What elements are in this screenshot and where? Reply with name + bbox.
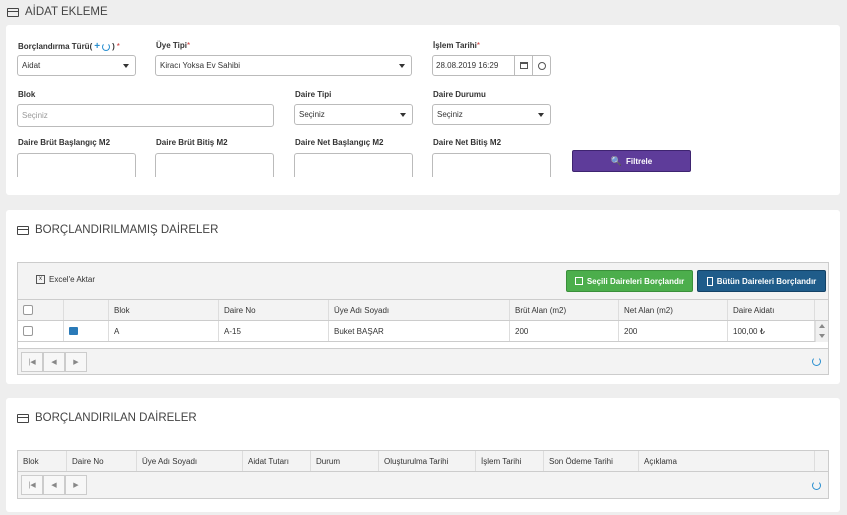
col-aciklama[interactable]: Açıklama xyxy=(639,451,815,471)
cell-daire-no: A-15 xyxy=(219,321,329,341)
first-page-button[interactable]: |◀ xyxy=(21,352,43,372)
credit-card-icon xyxy=(7,7,19,17)
unpaid-section-title: BORÇLANDIRILMAMIŞ DAİRELER xyxy=(17,224,218,236)
paid-panel: BORÇLANDIRILAN DAİRELER Blok Daire No Üy… xyxy=(6,398,840,512)
cell-aidat: 100,00 ₺ xyxy=(728,321,815,341)
filter-button[interactable]: 🔍 Filtrele xyxy=(572,150,691,172)
clock-icon[interactable] xyxy=(532,56,550,75)
select-all-checkbox[interactable] xyxy=(23,305,33,315)
paid-grid: Blok Daire No Üye Adı Soyadı Aidat Tutar… xyxy=(17,450,829,499)
search-icon: 🔍 xyxy=(610,155,622,166)
net-bitis-input[interactable] xyxy=(432,153,551,177)
refresh-icon[interactable] xyxy=(102,42,111,51)
refresh-icon[interactable] xyxy=(812,481,821,490)
col-blok[interactable]: Blok xyxy=(18,451,67,471)
next-page-button[interactable]: ▶ xyxy=(65,475,87,495)
edit-icon[interactable] xyxy=(69,327,78,335)
islem-tarihi-label: İşlem Tarihi* xyxy=(433,41,480,50)
grid-pager: |◀ ◀ ▶ xyxy=(18,348,828,374)
select-all-cell xyxy=(18,300,64,320)
col-daire-no[interactable]: Daire No xyxy=(219,300,329,320)
calendar-icon[interactable] xyxy=(514,56,532,75)
chevron-down-icon xyxy=(538,112,544,117)
refresh-icon[interactable] xyxy=(812,357,821,366)
all-debit-button[interactable]: Bütün Daireleri Borçlandır xyxy=(697,270,826,292)
edit-col-header xyxy=(64,300,109,320)
document-icon xyxy=(706,276,713,286)
unpaid-panel: BORÇLANDIRILMAMIŞ DAİRELER x Excel'e Akt… xyxy=(6,210,840,384)
col-uye[interactable]: Üye Adı Soyadı xyxy=(329,300,510,320)
first-page-button[interactable]: |◀ xyxy=(21,475,43,495)
net-baslangic-input[interactable] xyxy=(294,153,413,177)
blok-label: Blok xyxy=(18,90,36,99)
col-net[interactable]: Net Alan (m2) xyxy=(619,300,728,320)
borc-turu-label: Borçlandırma Türü( + ) * xyxy=(18,41,120,52)
col-uye[interactable]: Üye Adı Soyadı xyxy=(137,451,243,471)
table-row[interactable]: A A-15 Buket BAŞAR 200 200 100,00 ₺ xyxy=(18,321,828,342)
cell-net: 200 xyxy=(619,321,728,341)
scrollbar[interactable] xyxy=(815,321,828,342)
credit-card-icon xyxy=(17,225,29,235)
chevron-down-icon xyxy=(399,63,405,68)
uye-tipi-select[interactable]: Kiracı Yoksa Ev Sahibi xyxy=(155,55,412,76)
brut-bitis-label: Daire Brüt Bitiş M2 xyxy=(156,138,228,147)
daire-tipi-select[interactable]: Seçiniz xyxy=(294,104,413,125)
borc-turu-select[interactable]: Aidat xyxy=(17,55,136,76)
brut-baslangic-label: Daire Brüt Başlangıç M2 xyxy=(18,138,111,147)
col-daire-no[interactable]: Daire No xyxy=(67,451,137,471)
prev-page-button[interactable]: ◀ xyxy=(43,475,65,495)
add-icon[interactable]: + xyxy=(94,41,100,52)
net-bitis-label: Daire Net Bitiş M2 xyxy=(433,138,502,147)
credit-card-icon xyxy=(17,413,29,423)
scroll-down-icon[interactable] xyxy=(819,334,825,338)
grid-pager: |◀ ◀ ▶ xyxy=(18,471,828,498)
paid-section-title: BORÇLANDIRILAN DAİRELER xyxy=(17,412,197,424)
chevron-down-icon xyxy=(400,112,406,117)
col-durum[interactable]: Durum xyxy=(311,451,379,471)
col-aidat-tutari[interactable]: Aidat Tutarı xyxy=(243,451,311,471)
unpaid-grid: x Excel'e Aktar Seçili Daireleri Borçlan… xyxy=(17,262,829,375)
excel-icon: x xyxy=(36,275,45,284)
net-baslangic-label: Daire Net Başlangıç M2 xyxy=(295,138,384,147)
grid-header: Blok Daire No Üye Adı Soyadı Aidat Tutar… xyxy=(18,451,828,472)
daire-durumu-select[interactable]: Seçiniz xyxy=(432,104,551,125)
col-son-odeme[interactable]: Son Ödeme Tarihi xyxy=(544,451,639,471)
row-checkbox[interactable] xyxy=(23,326,33,336)
aidat-section-title: AİDAT EKLEME xyxy=(7,6,108,18)
col-brut[interactable]: Brüt Alan (m2) xyxy=(510,300,619,320)
cell-blok: A xyxy=(109,321,219,341)
daire-durumu-label: Daire Durumu xyxy=(433,90,486,99)
islem-tarihi-input[interactable]: 28.08.2019 16:29 xyxy=(432,55,551,76)
grid-header: Blok Daire No Üye Adı Soyadı Brüt Alan (… xyxy=(18,300,828,321)
uye-tipi-label: Üye Tipi* xyxy=(156,41,191,50)
brut-baslangic-input[interactable] xyxy=(17,153,136,177)
cell-uye: Buket BAŞAR xyxy=(329,321,510,341)
scroll-up-icon[interactable] xyxy=(819,324,825,328)
edit-cell xyxy=(64,321,109,341)
col-islem-tarihi[interactable]: İşlem Tarihi xyxy=(476,451,544,471)
edit-icon xyxy=(574,277,583,285)
daire-tipi-label: Daire Tipi xyxy=(295,90,332,99)
col-blok[interactable]: Blok xyxy=(109,300,219,320)
prev-page-button[interactable]: ◀ xyxy=(43,352,65,372)
chevron-down-icon xyxy=(123,63,129,68)
aidat-panel: Borçlandırma Türü( + ) * Üye Tipi* İşlem… xyxy=(6,25,840,195)
excel-export-button[interactable]: x Excel'e Aktar xyxy=(36,275,95,284)
selected-debit-button[interactable]: Seçili Daireleri Borçlandır xyxy=(566,270,693,292)
grid-toolbar: x Excel'e Aktar Seçili Daireleri Borçlan… xyxy=(18,263,828,300)
col-aidat[interactable]: Daire Aidatı xyxy=(728,300,815,320)
cell-brut: 200 xyxy=(510,321,619,341)
brut-bitis-input[interactable] xyxy=(155,153,274,177)
next-page-button[interactable]: ▶ xyxy=(65,352,87,372)
col-olusturulma[interactable]: Oluşturulma Tarihi xyxy=(379,451,476,471)
blok-input[interactable]: Seçiniz xyxy=(17,104,274,127)
row-select-cell xyxy=(18,321,64,341)
